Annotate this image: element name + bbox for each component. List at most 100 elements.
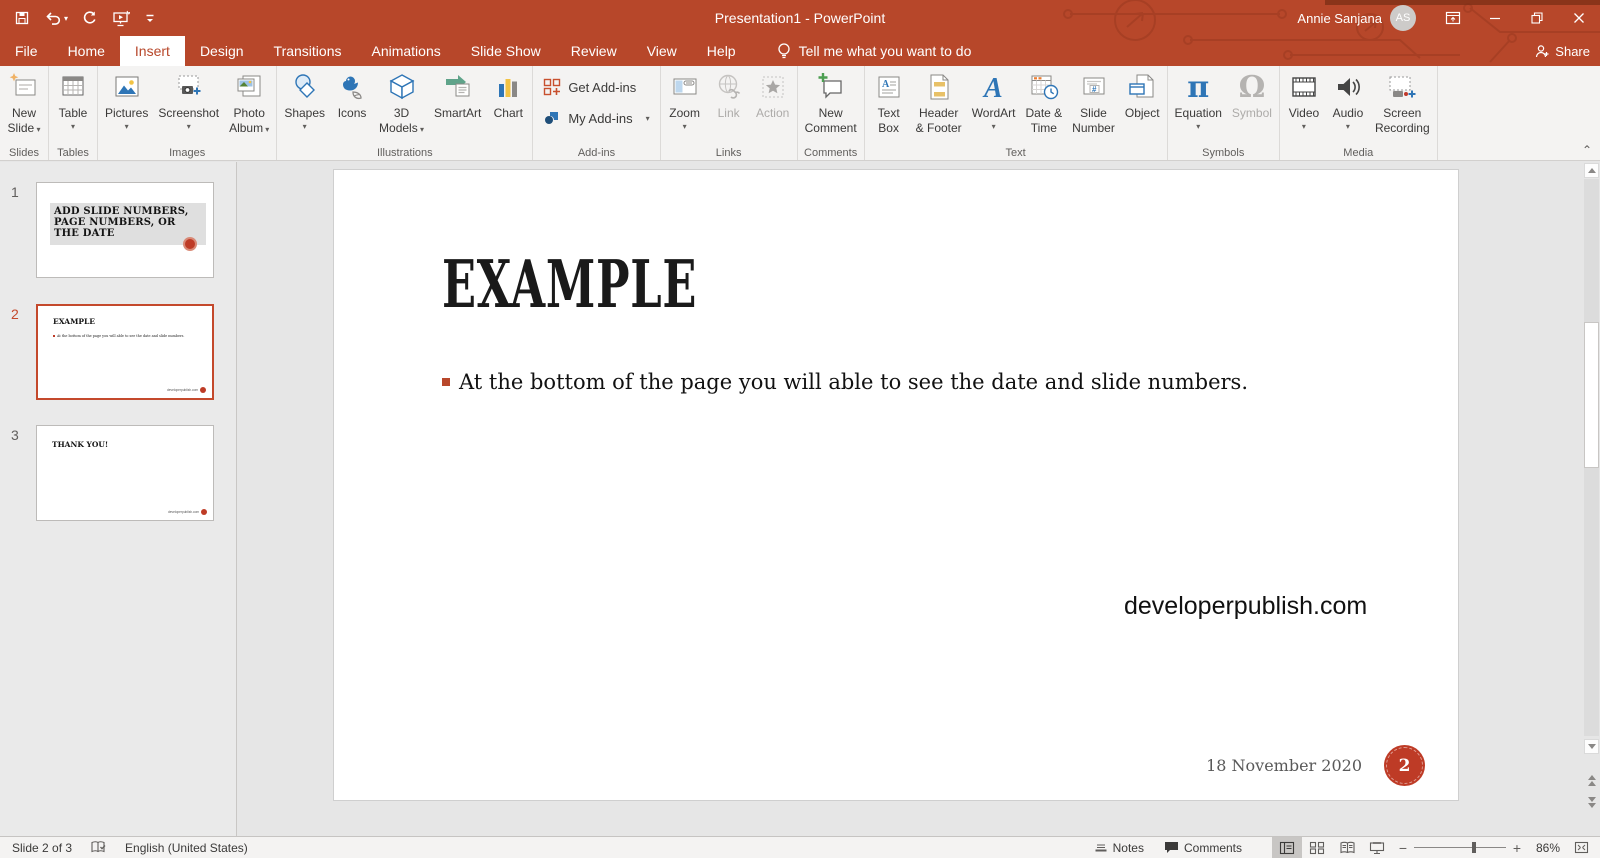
tell-me-box[interactable]: Tell me what you want to do <box>763 36 986 66</box>
comments-button[interactable]: Comments <box>1154 837 1252 858</box>
icons-button[interactable]: Icons <box>330 67 374 121</box>
undo-icon[interactable]: ▾ <box>44 10 68 26</box>
equation-button[interactable]: π Equation ▾ <box>1170 67 1227 131</box>
group-illustrations: Shapes ▾ Icons 3D Models SmartArt <box>277 66 533 160</box>
text-box-icon: A <box>872 70 906 104</box>
slide-3-thumbnail[interactable]: THANK YOU! developerpublish.com <box>36 425 214 521</box>
group-label-slides: Slides <box>0 147 48 159</box>
notes-button[interactable]: Notes <box>1084 837 1154 858</box>
screen-recording-button[interactable]: Screen Recording <box>1370 67 1435 136</box>
undo-caret-icon[interactable]: ▾ <box>64 14 68 23</box>
table-caret-icon: ▾ <box>71 123 75 131</box>
shapes-caret-icon: ▾ <box>303 123 307 131</box>
my-add-ins-button[interactable]: My Add-ins ▾ <box>535 107 657 129</box>
zoom-percentage[interactable]: 86% <box>1528 841 1566 855</box>
action-icon <box>756 70 790 104</box>
normal-view-button[interactable] <box>1272 837 1302 858</box>
audio-icon <box>1331 70 1365 104</box>
tab-review[interactable]: Review <box>556 36 632 66</box>
get-add-ins-icon <box>543 78 561 96</box>
share-person-icon <box>1535 44 1550 59</box>
previous-slide-button[interactable] <box>1584 772 1599 788</box>
date-time-button[interactable]: Date & Time <box>1020 67 1067 136</box>
language-indicator[interactable]: English (United States) <box>125 841 248 855</box>
tab-design[interactable]: Design <box>185 36 259 66</box>
group-label-symbols: Symbols <box>1168 147 1279 159</box>
ribbon-display-options-icon[interactable] <box>1432 0 1474 36</box>
table-button[interactable]: Table ▾ <box>51 67 95 131</box>
get-add-ins-button[interactable]: Get Add-ins <box>535 76 644 98</box>
object-button[interactable]: Object <box>1120 67 1165 121</box>
tab-transitions[interactable]: Transitions <box>259 36 357 66</box>
group-label-illustrations: Illustrations <box>277 147 532 159</box>
shapes-button[interactable]: Shapes ▾ <box>279 67 330 131</box>
scrollbar-thumb[interactable] <box>1584 322 1599 468</box>
chart-button[interactable]: Chart <box>486 67 530 121</box>
thumbnail-row-3: 3 THANK YOU! developerpublish.com <box>0 425 236 545</box>
tab-view[interactable]: View <box>632 36 692 66</box>
slide-number-badge[interactable]: 2 <box>1384 745 1425 786</box>
slide-sorter-view-button[interactable] <box>1302 837 1332 858</box>
header-footer-button[interactable]: Header & Footer <box>911 67 967 136</box>
3d-models-button[interactable]: 3D Models <box>374 67 429 136</box>
slide-bullet-line[interactable]: At the bottom of the page you will able … <box>442 370 1248 394</box>
website-text[interactable]: developerpublish.com <box>1124 592 1367 621</box>
slide-title[interactable]: EXAMPLE <box>442 246 697 323</box>
screenshot-button[interactable]: Screenshot ▾ <box>153 67 224 131</box>
slide-show-icon <box>1369 841 1385 855</box>
slide-info[interactable]: Slide 2 of 3 <box>12 841 72 855</box>
avatar[interactable]: AS <box>1390 5 1416 31</box>
user-name[interactable]: Annie Sanjana <box>1297 11 1382 26</box>
repeat-icon[interactable] <box>82 10 98 26</box>
next-slide-button[interactable] <box>1584 794 1599 810</box>
zoom-icon <box>668 70 702 104</box>
slide-date[interactable]: 18 November 2020 <box>1206 756 1362 775</box>
start-from-beginning-icon[interactable] <box>112 10 130 27</box>
slide-show-button[interactable] <box>1362 837 1392 858</box>
spellcheck-icon[interactable] <box>90 840 107 855</box>
tab-animations[interactable]: Animations <box>356 36 455 66</box>
slide-1-thumbnail[interactable]: ADD SLIDE NUMBERS, PAGE NUMBERS, OR THE … <box>36 182 214 278</box>
zoom-in-button[interactable]: + <box>1506 840 1528 856</box>
tab-slide-show[interactable]: Slide Show <box>456 36 556 66</box>
zoom-slider[interactable] <box>1414 837 1506 858</box>
slide-canvas[interactable]: EXAMPLE At the bottom of the page you wi… <box>334 170 1458 800</box>
customize-qat-icon[interactable] <box>144 11 156 25</box>
group-tables: Table ▾ Tables <box>49 66 98 160</box>
restore-button[interactable] <box>1516 0 1558 36</box>
tab-home[interactable]: Home <box>53 36 120 66</box>
slide-sorter-icon <box>1309 841 1325 855</box>
new-slide-button[interactable]: New Slide <box>2 67 46 136</box>
minimize-button[interactable] <box>1474 0 1516 36</box>
scroll-down-button[interactable] <box>1584 739 1599 754</box>
collapse-ribbon-icon[interactable]: ⌃ <box>1582 143 1592 157</box>
slide-3-title: THANK YOU! <box>52 440 108 449</box>
tab-insert[interactable]: Insert <box>120 36 185 66</box>
share-button[interactable]: Share <box>1535 36 1590 66</box>
save-icon[interactable] <box>14 10 30 26</box>
tab-help[interactable]: Help <box>692 36 751 66</box>
zoom-out-button[interactable]: − <box>1392 840 1414 856</box>
new-comment-button[interactable]: New Comment <box>800 67 862 136</box>
photo-album-button[interactable]: Photo Album <box>224 67 274 136</box>
fit-slide-to-window-button[interactable] <box>1566 837 1596 858</box>
group-label-add-ins: Add-ins <box>533 147 659 159</box>
pictures-button[interactable]: Pictures ▾ <box>100 67 153 131</box>
zoom-button[interactable]: Zoom ▾ <box>663 67 707 131</box>
scroll-up-button[interactable] <box>1584 163 1599 178</box>
text-box-button[interactable]: A Text Box <box>867 67 911 136</box>
smartart-button[interactable]: SmartArt <box>429 67 486 121</box>
svg-text:A: A <box>882 79 890 90</box>
zoom-slider-thumb[interactable] <box>1472 842 1476 853</box>
slide-number-button[interactable]: # Slide Number <box>1067 67 1120 136</box>
slide-1-number: 1 <box>11 184 19 200</box>
slide-2-thumbnail[interactable]: EXAMPLE At the bottom of the page you wi… <box>36 304 214 400</box>
close-button[interactable] <box>1558 0 1600 36</box>
equation-icon: π <box>1181 70 1215 104</box>
tab-file[interactable]: File <box>0 36 53 66</box>
slide-2-footer-dot <box>200 387 206 393</box>
video-button[interactable]: Video ▾ <box>1282 67 1326 131</box>
audio-button[interactable]: Audio ▾ <box>1326 67 1370 131</box>
reading-view-button[interactable] <box>1332 837 1362 858</box>
wordart-button[interactable]: A WordArt ▾ <box>967 67 1021 131</box>
